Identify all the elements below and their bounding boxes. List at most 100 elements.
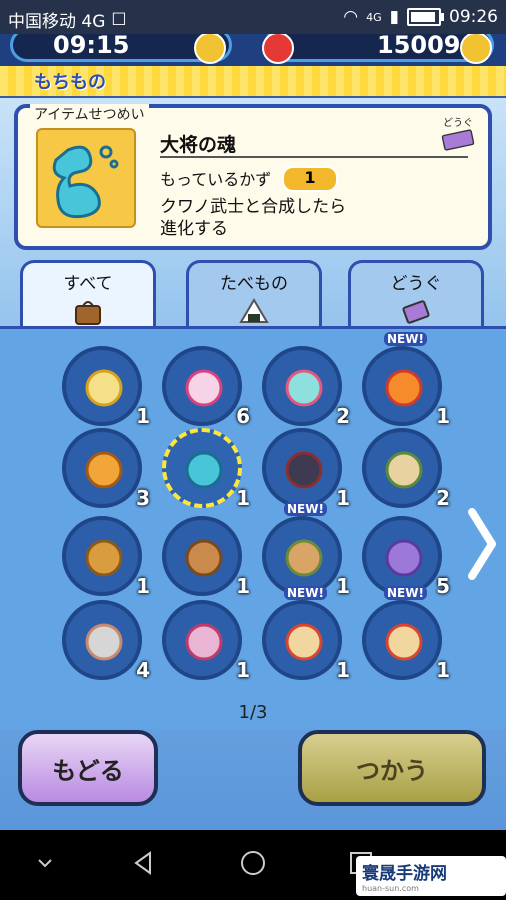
item-slot[interactable]: 4 [62,600,150,682]
item-slot[interactable]: 2 [362,428,450,510]
croissant-icon [85,539,123,577]
section-label: アイテムせつめい [30,104,149,124]
swirl-orb-orange-icon [385,369,423,407]
item-count: 1 [436,658,450,682]
new-badge: NEW! [284,502,327,516]
new-badge: NEW! [384,586,427,600]
item-count: 1 [436,404,450,428]
wifi-icon: ◠ [343,7,359,27]
item-slot[interactable]: NEW! 1 [262,502,350,598]
milk-bottle-icon [385,623,423,661]
tab-label: どうぐ [390,274,442,294]
item-slot[interactable]: 2 [262,346,350,428]
back-button[interactable]: もどる [18,730,158,806]
ticket-icon [441,129,475,151]
item-slot[interactable]: 3 [62,428,150,510]
item-count: 2 [436,486,450,510]
small-orb-pink-icon [185,369,223,407]
home-icon[interactable] [238,848,268,878]
battery-icon [407,8,444,26]
shrimp-plate-icon [85,623,123,661]
new-badge: NEW! [284,586,327,600]
item-count: 5 [436,574,450,598]
rice-ball-icon [239,298,269,323]
item-count: 2 [336,404,350,428]
item-slot[interactable]: 1 [62,516,150,598]
item-count: 1 [336,574,350,598]
spirit-soul-icon [185,451,223,489]
item-count: 6 [236,404,250,428]
item-count: 1 [236,486,250,510]
ticket-icon [402,300,430,324]
owned-count-badge: 1 [282,166,338,192]
item-count: 1 [336,658,350,682]
milk-bottle-icon [285,623,323,661]
description-line-2: 進化する [160,219,228,239]
item-count: 1 [136,404,150,428]
next-page-arrow[interactable] [464,504,498,584]
item-count: 1 [136,574,150,598]
tab-label: すべて [63,274,113,294]
item-count: 1 [236,658,250,682]
item-slot[interactable]: NEW! 1 [362,586,450,682]
tab-tools[interactable]: どうぐ [348,260,484,326]
watermark-url: huan-sun.com [362,884,419,893]
use-button[interactable]: つかう [298,730,486,806]
item-slot[interactable]: 1 [162,428,250,510]
item-description: クワノ武士と合成したら 進化する [160,196,346,240]
candy-icon [385,539,423,577]
item-slot[interactable]: NEW! 1 [362,332,450,428]
item-slot[interactable]: 1 [262,428,350,510]
item-count: 1 [236,574,250,598]
description-line-1: クワノ武士と合成したら [160,197,347,217]
watermark-logo: 寰晟手游网 huan-sun.com [356,856,506,896]
tab-food[interactable]: たべもの [186,260,322,326]
small-orb-yellow-icon [85,369,123,407]
bag-icon [75,301,101,325]
network-label: 4G [366,10,382,24]
item-slot[interactable]: 6 [162,346,250,428]
chevron-down-icon[interactable] [30,848,60,878]
book-icon [85,451,123,489]
page-title: もちもの [34,72,106,93]
category-tabs: すべて たべもの どうぐ [20,260,490,330]
owned-count-label: もっているかず [160,170,272,189]
time-counter-value: 09:15 [53,34,130,59]
item-detail-panel: アイテムせつめい 大将の魂 もっているかず 1 クワノ武士と合成したら 進化する… [14,104,492,250]
money-counter-value: 15009 [377,34,461,59]
bread-icon [185,539,223,577]
divider [160,156,468,158]
spirit-soul-icon [52,145,119,219]
sandwich-icon [385,451,423,489]
category-label: どうぐ [443,118,473,129]
item-slot[interactable]: 1 [162,600,250,682]
clock: 09:26 [449,7,498,27]
burger-icon [285,539,323,577]
status-bar: 中国移动 4G ☐ ◠ 4G ▮ 09:26 [0,0,506,34]
item-count: 4 [136,658,150,682]
category-badge: どうぐ [438,114,478,151]
item-slot[interactable]: 5 [362,516,450,598]
watermark-title: 寰晟手游网 [362,864,447,884]
swirl-orb-teal-icon [285,369,323,407]
item-count: 1 [336,486,350,510]
signal-icon: ▮ [389,7,399,27]
armor-figure-icon [285,451,323,489]
new-badge: NEW! [384,332,427,346]
tab-label: たべもの [220,274,288,294]
item-slot[interactable]: 1 [62,346,150,428]
item-count: 3 [136,486,150,510]
top-bar: 09:15 15009 [0,34,506,66]
page-header: もちもの [0,66,506,98]
coin-icon [460,34,492,64]
tab-all[interactable]: すべて [20,260,156,330]
item-slot[interactable]: NEW! 1 [262,586,350,682]
shaved-ice-icon [185,623,223,661]
game-screen: 09:15 15009 もちもの アイテムせつめい 大将の魂 もっているかず 1… [0,34,506,830]
page-indicator: 1/3 [238,702,268,723]
item-slot[interactable]: 1 [162,516,250,598]
notification-icon: ☐ [111,9,127,30]
back-nav-icon[interactable] [128,848,158,878]
item-name: 大将の魂 [160,134,237,156]
carrier-label: 中国移动 4G [8,12,106,32]
